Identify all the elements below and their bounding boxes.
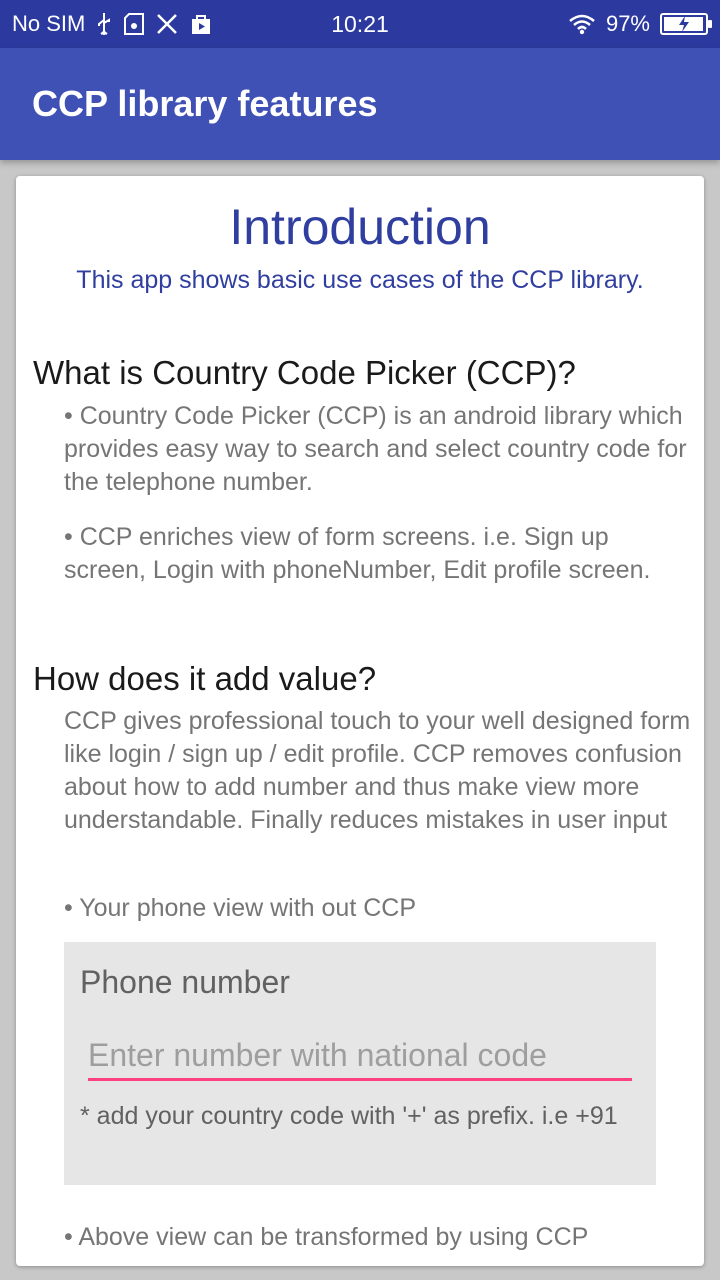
transform-note: • Above view can be transformed by using…: [64, 1223, 589, 1251]
value-heading: How does it add value?: [33, 660, 377, 697]
status-bar: No SIM 10:21 97%: [0, 0, 720, 48]
tools-icon: [155, 12, 179, 36]
value-paragraph: CCP gives professional touch to your wel…: [64, 707, 691, 834]
intro-subtitle: This app shows basic use cases of the CC…: [76, 266, 644, 294]
carrier-label: No SIM: [12, 11, 86, 36]
phone-number-input[interactable]: [88, 1032, 632, 1081]
what-is-heading: What is Country Code Picker (CCP)?: [33, 354, 576, 391]
app-bar-title: CCP library features: [32, 83, 378, 124]
without-ccp-label: • Your phone view with out CCP: [64, 894, 417, 922]
battery-charging-icon: [660, 13, 712, 35]
sd-card-icon: [123, 12, 145, 36]
app-bar: CCP library features: [0, 48, 720, 160]
phone-number-label: Phone number: [80, 964, 290, 1000]
wifi-icon: [568, 13, 596, 35]
what-is-paragraph-1: • Country Code Picker (CCP) is an androi…: [64, 402, 687, 496]
usb-icon: [95, 12, 113, 36]
clock: 10:21: [331, 10, 389, 37]
play-store-icon: [189, 12, 213, 36]
intro-title: Introduction: [229, 199, 491, 255]
battery-percent: 97%: [605, 11, 650, 36]
phone-form-without-ccp: Phone number * add your country code wit…: [64, 942, 656, 1185]
what-is-paragraph-2: • CCP enriches view of form screens. i.e…: [64, 523, 651, 584]
phone-number-hint: * add your country code with '+' as pref…: [80, 1102, 618, 1130]
content-card[interactable]: Introduction This app shows basic use ca…: [16, 176, 704, 1266]
